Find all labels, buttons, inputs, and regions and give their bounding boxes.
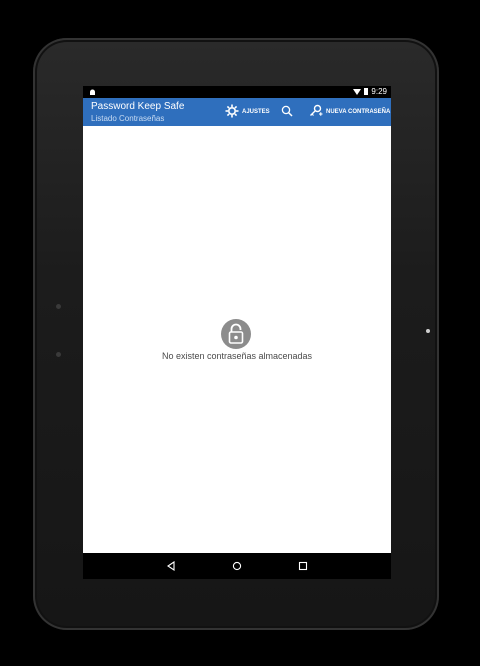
device-screen: 9:29 Password Keep Safe Listado Contrase… bbox=[83, 86, 391, 579]
add-key-icon bbox=[309, 104, 323, 120]
home-icon bbox=[232, 561, 242, 571]
empty-state-message: No existen contraseñas almacenadas bbox=[161, 351, 313, 361]
app-title: Password Keep Safe bbox=[91, 101, 185, 112]
tablet-speaker-dot bbox=[56, 352, 61, 357]
settings-button[interactable]: AJUSTES bbox=[225, 98, 270, 126]
new-password-label: NUEVA CONTRASEÑA bbox=[326, 109, 391, 115]
new-password-button[interactable]: NUEVA CONTRASEÑA bbox=[309, 98, 390, 126]
gear-icon bbox=[225, 104, 239, 120]
home-button[interactable] bbox=[230, 559, 244, 573]
password-list: No existen contraseñas almacenadas bbox=[83, 126, 391, 553]
back-button[interactable] bbox=[164, 559, 178, 573]
tablet-camera bbox=[426, 329, 430, 333]
android-notification-icon bbox=[89, 88, 96, 98]
action-bar: Password Keep Safe Listado Contraseñas A… bbox=[83, 98, 391, 126]
settings-label: AJUSTES bbox=[242, 109, 270, 115]
app-subtitle: Listado Contraseñas bbox=[91, 114, 165, 123]
navigation-bar bbox=[83, 553, 391, 579]
lock-icon bbox=[221, 319, 251, 349]
battery-icon bbox=[364, 88, 369, 95]
status-time: 9:29 bbox=[371, 87, 387, 96]
tablet-speaker-dot bbox=[56, 304, 61, 309]
recents-button[interactable] bbox=[296, 559, 310, 573]
wifi-icon bbox=[353, 88, 362, 95]
search-button[interactable] bbox=[281, 98, 293, 126]
status-icons: 9:29 bbox=[353, 87, 387, 96]
back-icon bbox=[167, 561, 175, 571]
status-bar: 9:29 bbox=[83, 86, 391, 98]
recents-icon bbox=[298, 561, 308, 571]
search-icon bbox=[281, 105, 293, 119]
